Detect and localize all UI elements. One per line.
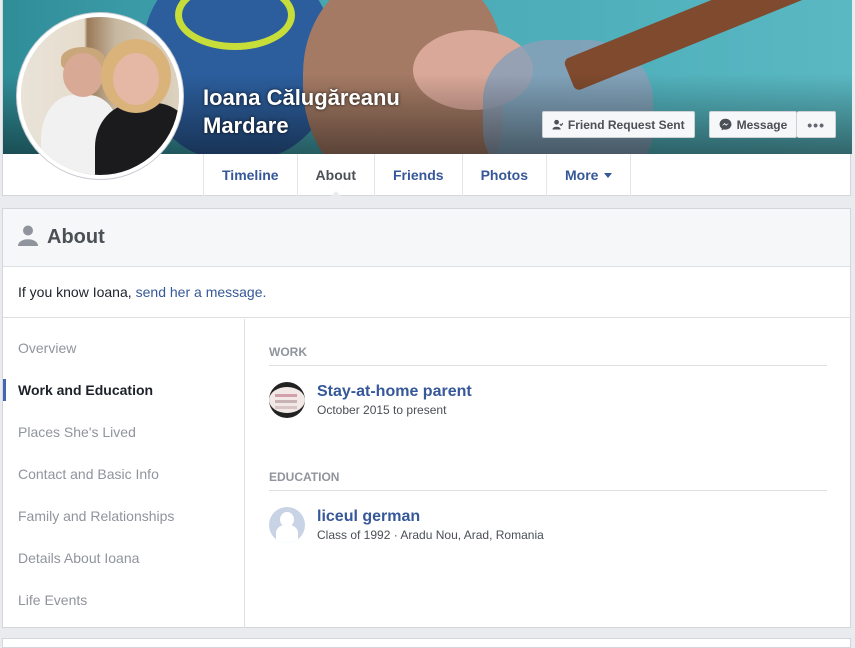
avatar-photo bbox=[21, 17, 179, 175]
next-card-edge bbox=[2, 638, 851, 648]
person-icon bbox=[17, 224, 39, 251]
avatar-person-left-head bbox=[63, 53, 103, 97]
tab-label: Timeline bbox=[222, 167, 279, 183]
messenger-icon bbox=[719, 118, 732, 131]
know-text: If you know Ioana, bbox=[18, 284, 132, 300]
more-dots-icon: ••• bbox=[807, 116, 825, 133]
profile-avatar[interactable] bbox=[16, 12, 184, 180]
know-prompt: If you know Ioana, send her a message. bbox=[3, 267, 850, 318]
message-button[interactable]: Message bbox=[708, 111, 798, 138]
work-page-icon[interactable] bbox=[269, 382, 305, 418]
tab-photos[interactable]: Photos bbox=[463, 154, 548, 196]
work-title-link[interactable]: Stay-at-home parent bbox=[317, 382, 472, 402]
tab-label: Friends bbox=[392, 167, 444, 183]
school-details: Class of 1992 · Aradu Nou, Arad, Romania bbox=[317, 528, 544, 542]
avatar-person-right-head bbox=[113, 53, 159, 105]
work-entry-text: Stay-at-home parent October 2015 to pres… bbox=[317, 382, 472, 417]
about-side-nav: Overview Work and Education Places She's… bbox=[3, 319, 245, 628]
education-entry-text: liceul german Class of 1992 · Aradu Nou,… bbox=[317, 507, 544, 542]
education-section: EDUCATION liceul german Class of 1992 · … bbox=[269, 470, 827, 543]
tab-more[interactable]: More bbox=[547, 154, 632, 196]
send-message-link[interactable]: send her a message. bbox=[136, 284, 267, 300]
nav-contact-basic-info[interactable]: Contact and Basic Info bbox=[3, 453, 244, 495]
work-section-label: WORK bbox=[269, 345, 827, 366]
nav-places-lived[interactable]: Places She's Lived bbox=[3, 411, 244, 453]
nav-details-about[interactable]: Details About Ioana bbox=[3, 537, 244, 579]
school-title-link[interactable]: liceul german bbox=[317, 507, 544, 527]
avatar-person-right-body bbox=[95, 103, 179, 175]
profile-name-line1: Ioana Călugăreanu bbox=[203, 85, 400, 110]
profile-name-line2: Mardare bbox=[203, 113, 289, 138]
school-placeholder-icon[interactable] bbox=[269, 507, 305, 543]
profile-tabs: Timeline About Friends Photos More bbox=[203, 154, 632, 197]
cover-actions: Friend Request Sent Message ••• bbox=[541, 111, 836, 138]
nav-work-and-education[interactable]: Work and Education bbox=[3, 369, 244, 411]
nav-life-events[interactable]: Life Events bbox=[3, 579, 244, 621]
work-entry: Stay-at-home parent October 2015 to pres… bbox=[269, 382, 827, 418]
person-check-icon bbox=[552, 119, 563, 130]
message-button-group: Message ••• bbox=[708, 111, 836, 138]
tab-label: More bbox=[565, 167, 599, 183]
tab-friends[interactable]: Friends bbox=[375, 154, 463, 196]
about-title: About bbox=[47, 226, 105, 248]
friend-request-sent-button[interactable]: Friend Request Sent bbox=[541, 111, 695, 138]
tab-about[interactable]: About bbox=[298, 154, 375, 197]
school-icon-body bbox=[276, 525, 298, 543]
about-card: About If you know Ioana, send her a mess… bbox=[2, 208, 851, 628]
tab-label: Photos bbox=[480, 167, 529, 183]
education-section-label: EDUCATION bbox=[269, 470, 827, 491]
work-icon-lines bbox=[275, 394, 297, 397]
nav-family-relationships[interactable]: Family and Relationships bbox=[3, 495, 244, 537]
more-options-button[interactable]: ••• bbox=[797, 111, 836, 138]
tab-label: About bbox=[315, 167, 356, 183]
school-icon-head bbox=[280, 512, 294, 527]
tab-timeline[interactable]: Timeline bbox=[204, 154, 298, 196]
education-entry: liceul german Class of 1992 · Aradu Nou,… bbox=[269, 507, 827, 543]
friend-request-label: Friend Request Sent bbox=[567, 117, 685, 132]
about-content: WORK Stay-at-home parent October 2015 to… bbox=[245, 319, 850, 628]
message-label: Message bbox=[736, 117, 788, 132]
work-dates: October 2015 to present bbox=[317, 403, 447, 417]
nav-overview[interactable]: Overview bbox=[3, 327, 244, 369]
about-header: About bbox=[3, 209, 850, 267]
about-body: Overview Work and Education Places She's… bbox=[3, 319, 850, 628]
caret-down-icon bbox=[604, 172, 613, 178]
profile-name: Ioana Călugăreanu Mardare bbox=[203, 84, 503, 140]
